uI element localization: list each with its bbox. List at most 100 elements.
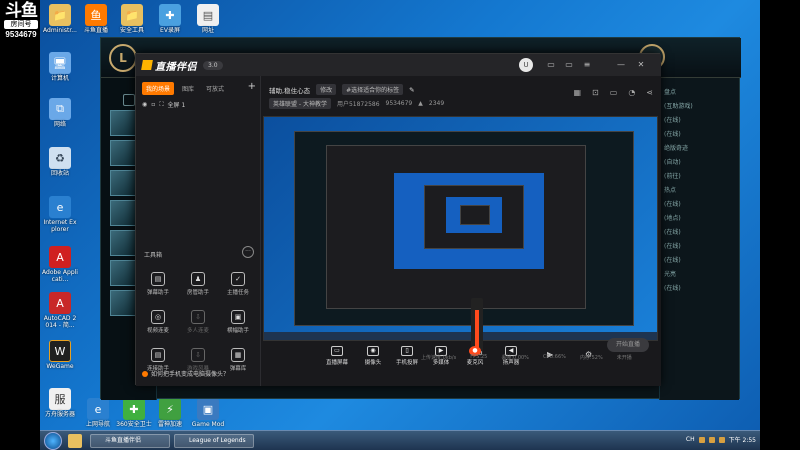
friend-entry[interactable]: (在线) — [664, 241, 735, 250]
friend-entry[interactable]: (在线) — [664, 199, 735, 208]
start-live-button[interactable]: 开始直播 — [607, 338, 649, 352]
tab-optional[interactable]: 可放式 — [202, 82, 228, 95]
lol-logo-icon[interactable]: L — [109, 44, 137, 72]
douyu-icon: 鱼 — [85, 4, 107, 26]
app-title-bar: 直播伴侣 3.0 U ▭ ▭ ≡ — ✕ — [136, 54, 661, 76]
start-button[interactable] — [44, 432, 62, 450]
share-screen-icon[interactable]: ▭ — [610, 88, 618, 97]
upload-speed: 上传速度:0kb/s — [421, 355, 457, 361]
champion-thumb[interactable] — [110, 110, 136, 136]
desktop-icon-accelerator[interactable]: ⚡ 雷神加速 — [152, 398, 188, 429]
friend-entry[interactable]: 光亮 — [664, 269, 735, 278]
fullscreen-icon: ⛶ — [159, 100, 164, 108]
add-scene-button[interactable]: + — [248, 81, 256, 92]
room-title: 辅助,稳住心态 — [269, 86, 311, 95]
taskbar-lol[interactable]: League of Legends — [174, 434, 254, 448]
friend-entry[interactable]: 热点 — [664, 185, 735, 194]
friend-entry[interactable]: 盘点 — [664, 87, 735, 96]
taskbar-douyu-app[interactable]: 斗鱼直播伴侣 — [90, 434, 170, 448]
champion-thumb[interactable] — [110, 260, 136, 286]
taskbar-pinned-icon[interactable] — [68, 434, 82, 448]
maximize-icon[interactable]: — — [616, 60, 626, 70]
desktop-icon-douyu[interactable]: 鱼 斗鱼直播 — [78, 4, 114, 35]
share-icon[interactable]: ⋖ — [646, 88, 653, 97]
toolbox-title: 工具箱 — [144, 252, 163, 259]
bell-icon[interactable]: ◔ — [628, 88, 635, 97]
toolbox-more-button[interactable]: ··· — [242, 246, 254, 258]
user-id: 用户51872586 — [336, 101, 380, 108]
layout-icon[interactable]: ▦ — [573, 88, 581, 97]
champion-thumb[interactable] — [110, 140, 136, 166]
desktop-icon-wegame[interactable]: W WeGame — [42, 340, 78, 371]
desktop-icon-nav[interactable]: e 上网导航 — [80, 398, 116, 429]
desktop-icon-360[interactable]: ✚ 360安全卫士 — [116, 398, 152, 429]
desktop-icon-computer[interactable]: 🖥 计算机 — [42, 52, 78, 83]
ie-icon: e — [49, 196, 71, 218]
network-icon: ⧉ — [49, 98, 71, 120]
tray-icon[interactable] — [718, 436, 725, 443]
desktop-icon-recycle-bin[interactable]: ♻ 回收站 — [42, 147, 78, 178]
lock-icon[interactable]: ▫ — [151, 101, 155, 108]
tool-banner-assistant[interactable]: ▣ 横幅助手 — [220, 310, 256, 334]
friend-entry[interactable]: 绝版奇迹 — [664, 143, 735, 152]
tag-selector[interactable]: #选择适合你的标签 — [342, 84, 404, 95]
pencil-icon[interactable]: ✎ — [409, 86, 414, 94]
desktop-icon-security-tools[interactable]: 📁 安全工具 — [114, 4, 150, 35]
avatar[interactable]: U — [519, 58, 533, 72]
tray-icon[interactable] — [708, 436, 715, 443]
friend-entry[interactable]: (在线) — [664, 115, 735, 124]
minimize-icon[interactable]: ▭ — [546, 60, 556, 70]
restore-icon[interactable]: ▭ — [564, 60, 574, 70]
scene-item[interactable]: ◉ ▫ ⛶ 全屏 1 — [136, 98, 260, 111]
menu-icon[interactable]: ≡ — [582, 60, 592, 70]
tray-icon[interactable] — [698, 436, 705, 443]
friend-entry[interactable]: (在线) — [664, 255, 735, 264]
desktop-icon-adobe[interactable]: A Adobe Applicati... — [42, 246, 78, 284]
cpu: CPU:66% — [542, 354, 566, 360]
desktop-icon-network[interactable]: ⧉ 网络 — [42, 98, 78, 129]
version-badge[interactable]: 3.0 — [203, 60, 223, 70]
stream-preview[interactable] — [263, 116, 658, 341]
desktop-icon-autocad[interactable]: A AutoCAD 2014 - 简... — [42, 292, 78, 330]
header-icons: ▦ ⊡ ▭ ◔ ⋖ — [573, 88, 653, 97]
friend-entry[interactable]: (在线) — [664, 283, 735, 292]
user-folder-icon: 📁 — [49, 4, 71, 26]
champion-thumb[interactable] — [110, 170, 136, 196]
lock-icon[interactable]: ⊡ — [592, 88, 599, 97]
input-lang[interactable]: CH — [686, 436, 695, 443]
desktop-icon-server[interactable]: 服 方舟服务器 — [42, 388, 78, 419]
eye-icon[interactable]: ◉ — [142, 101, 147, 108]
friend-entry[interactable]: (在线) — [664, 129, 735, 138]
desktop-icon-url[interactable]: ▤ 网址 — [190, 4, 226, 35]
friend-entry[interactable]: (互助游戏) — [664, 101, 735, 110]
close-icon[interactable]: ✕ — [636, 60, 646, 70]
friend-entry[interactable]: (地点) — [664, 213, 735, 222]
nav-icon: e — [87, 398, 109, 420]
lol-friends-panel: 盘点 (互助游戏) (在线) (在线) 绝版奇迹 (自动) (前往) 热点 (在… — [659, 78, 739, 400]
desktop-icon-ev-recorder[interactable]: ✚ EV录屏 — [152, 4, 188, 35]
tool-streamer-tasks[interactable]: ✓ 主播任务 — [220, 272, 256, 296]
friend-entry[interactable]: (自动) — [664, 157, 735, 166]
champion-thumb[interactable] — [110, 230, 136, 256]
watermark-room-label: 房间号 — [4, 20, 38, 29]
wegame-icon: W — [49, 340, 71, 362]
friend-entry[interactable]: (前往) — [664, 171, 735, 180]
tool-multi-link[interactable]: ⇩ 多人连麦 — [180, 310, 216, 334]
category-chip[interactable]: 英雄联盟 - 大神教学 — [269, 98, 331, 109]
friend-entry[interactable]: (在线) — [664, 227, 735, 236]
desktop-icon-game-mod[interactable]: ▣ Game Mod — [190, 398, 226, 429]
phone-camera-hint[interactable]: 如何把手机变成电脑摄像头？ — [142, 369, 229, 378]
edit-title-button[interactable]: 修改 — [316, 84, 337, 95]
tab-my-scenes[interactable]: 我的场景 — [142, 82, 175, 95]
tool-danmaku-assistant[interactable]: ▤ 弹幕助手 — [140, 272, 176, 296]
desktop-icon-administrator[interactable]: 📁 Administr... — [42, 4, 78, 35]
lol-nav-icon[interactable] — [122, 94, 135, 106]
tab-gallery[interactable]: 图库 — [178, 82, 198, 95]
champion-thumb[interactable] — [110, 200, 136, 226]
clock[interactable]: 下午 2:55 — [729, 435, 756, 444]
tool-room-manager[interactable]: ♟ 房管助手 — [180, 272, 216, 296]
tool-video-link[interactable]: ◎ 视频连麦 — [140, 310, 176, 334]
desktop-icon-ie[interactable]: e Internet Explorer — [42, 196, 78, 234]
champion-thumb[interactable] — [110, 290, 136, 316]
fire-icon: ▲ — [418, 100, 423, 107]
